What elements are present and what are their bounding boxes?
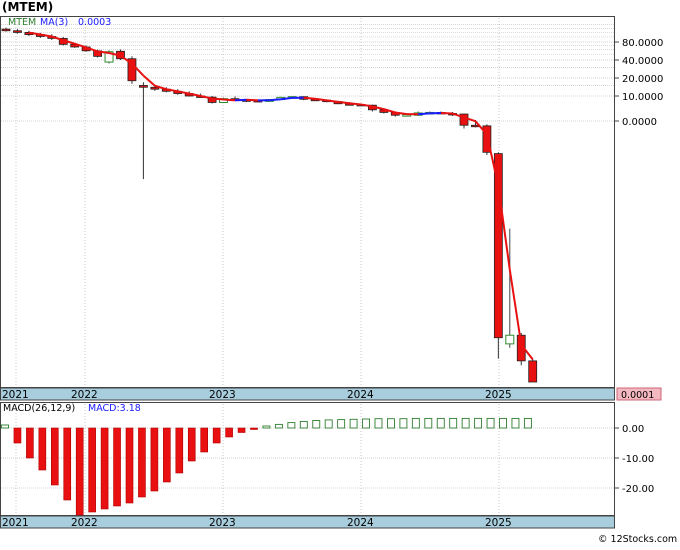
macd-bar-negative <box>138 428 145 497</box>
macd-bar-negative <box>89 428 96 512</box>
ma-segment <box>441 113 452 114</box>
ma-segment <box>212 99 223 100</box>
macd-bar-positive <box>524 418 531 428</box>
year-label: 2023 <box>209 517 236 529</box>
macd-bar-positive <box>437 418 444 428</box>
macd-bar-positive <box>275 424 282 428</box>
macd-bar-positive <box>450 418 457 428</box>
ma-segment <box>350 103 361 104</box>
macd-bar-negative <box>76 428 83 515</box>
macd-bar-positive <box>412 418 419 428</box>
macd-bar-positive <box>338 420 345 428</box>
macd-bar-positive <box>400 419 407 428</box>
year-label: 2022 <box>71 517 98 529</box>
macd-bar-negative <box>176 428 183 473</box>
macd-bar-positive <box>425 418 432 428</box>
year-label: 2021 <box>2 517 29 529</box>
macd-bar-negative <box>64 428 71 500</box>
candle-body-down <box>2 29 10 31</box>
symbol-label: MTEM <box>8 17 36 28</box>
macd-bar-negative <box>101 428 108 509</box>
macd-bar-positive <box>288 423 295 428</box>
chart-canvas: 80.0000 40.0000 20.0000 10.0000 0.0000 (MTEM… <box>0 0 680 546</box>
year-label: 2023 <box>209 389 236 401</box>
macd-bar-positive <box>350 419 357 428</box>
price-y-tick-label: 0.0000 <box>622 117 657 128</box>
macd-bar-positive <box>512 418 519 428</box>
macd-bar-negative <box>151 428 158 491</box>
ma-segment <box>224 99 235 100</box>
stock-chart-panel: 80.0000 40.0000 20.0000 10.0000 0.0000 (MTEM… <box>0 0 680 546</box>
macd-y-axis: 0.00 -10.00 -20.00 <box>615 424 654 495</box>
macd-bar-negative <box>114 428 121 506</box>
year-label: 2022 <box>71 389 98 401</box>
macd-y-tick-label: -10.00 <box>622 454 654 465</box>
ma-value: 0.0003 <box>78 17 111 28</box>
macd-bar-negative <box>39 428 46 470</box>
ma-segment <box>304 98 315 99</box>
macd-bar-negative <box>26 428 33 458</box>
current-price-label: 0.0001 <box>621 390 654 401</box>
macd-bar-negative <box>126 428 133 503</box>
macd-bar-positive <box>500 418 507 428</box>
macd-bar-positive <box>487 418 494 428</box>
macd-y-tick-label: 0.00 <box>622 424 644 435</box>
ma-segment <box>281 98 292 99</box>
year-label: 2024 <box>347 389 374 401</box>
macd-bar-negative <box>188 428 195 461</box>
candle-body-down <box>494 154 502 338</box>
macd-title: MACD(26,12,9) <box>3 403 75 414</box>
macd-bar-negative <box>14 428 21 443</box>
macd-bar-positive <box>2 425 9 428</box>
macd-bar-negative <box>163 428 170 482</box>
price-y-tick-label: 10.0000 <box>622 92 663 103</box>
macd-bar-positive <box>462 418 469 428</box>
macd-bar-positive <box>363 419 370 428</box>
macd-bar-negative <box>251 428 258 430</box>
candle-body-down <box>529 361 537 382</box>
chart-title: (MTEM) <box>2 0 53 14</box>
macd-bar-negative <box>201 428 208 452</box>
ma-segment <box>269 99 280 100</box>
ma-segment <box>418 113 429 114</box>
year-label: 2025 <box>485 389 512 401</box>
year-label: 2024 <box>347 517 374 529</box>
macd-y-tick-label: -20.00 <box>622 484 654 495</box>
macd-bar-positive <box>387 419 394 428</box>
macd-bar-positive <box>325 420 332 428</box>
macd-bar-positive <box>263 426 270 428</box>
macd-bar-positive <box>313 421 320 429</box>
price-panel <box>1 17 615 388</box>
macd-bar-negative <box>51 428 58 485</box>
ma-label: MA(3) <box>40 17 68 28</box>
year-label: 2025 <box>485 517 512 529</box>
macd-bar-negative <box>213 428 220 443</box>
year-label: 2021 <box>2 389 29 401</box>
ma-segment <box>235 100 246 101</box>
candle-body-up <box>506 335 514 344</box>
ma-segment <box>246 100 257 101</box>
copyright: © 12Stocks.com <box>598 534 677 545</box>
macd-bar-negative <box>226 428 233 437</box>
candle-body-down <box>13 31 21 33</box>
price-y-tick-label: 20.0000 <box>622 74 663 85</box>
price-y-tick-label: 40.0000 <box>622 56 663 67</box>
ma-segment <box>338 102 349 103</box>
macd-bar-positive <box>475 418 482 428</box>
price-y-axis: 80.0000 40.0000 20.0000 10.0000 0.0000 <box>615 38 663 128</box>
macd-bar-positive <box>300 421 307 428</box>
price-y-tick-label: 80.0000 <box>622 38 663 49</box>
macd-bar-negative <box>238 428 245 433</box>
macd-value-label: MACD:3.18 <box>88 403 141 414</box>
macd-bar-positive <box>375 419 382 428</box>
candle-body-down <box>139 85 147 87</box>
